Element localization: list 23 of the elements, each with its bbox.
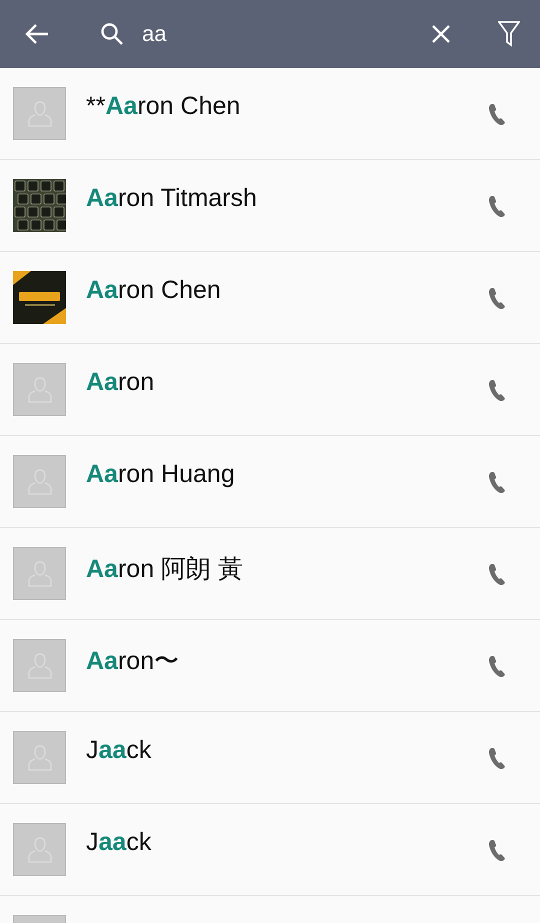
- contact-name[interactable]: Jaack: [86, 736, 482, 765]
- filter-icon: [498, 21, 520, 47]
- phone-icon: [488, 103, 506, 125]
- contact-name[interactable]: Aaron 阿朗 黃: [86, 552, 482, 585]
- phone-icon: [488, 655, 506, 677]
- contact-name[interactable]: Jaack: [86, 828, 482, 857]
- contact-name[interactable]: **Aaron Chen: [86, 92, 482, 121]
- close-icon: [431, 24, 451, 44]
- contact-name[interactable]: Aaron Huang: [86, 460, 482, 489]
- phone-icon: [488, 747, 506, 769]
- phone-icon: [488, 379, 506, 401]
- search-field[interactable]: aa: [142, 21, 342, 47]
- contact-name[interactable]: Aaron: [86, 368, 482, 397]
- back-arrow-icon: [25, 23, 49, 45]
- contact-name[interactable]: Aaron Titmarsh: [86, 184, 482, 213]
- phone-icon: [488, 471, 506, 493]
- contact-name[interactable]: Aaron〜: [86, 644, 482, 677]
- contact-name[interactable]: Aaron Chen: [86, 276, 482, 305]
- phone-icon: [488, 195, 506, 217]
- search-icon: [100, 22, 124, 46]
- phone-icon: [488, 563, 506, 585]
- phone-icon: [488, 839, 506, 861]
- phone-icon: [488, 287, 506, 309]
